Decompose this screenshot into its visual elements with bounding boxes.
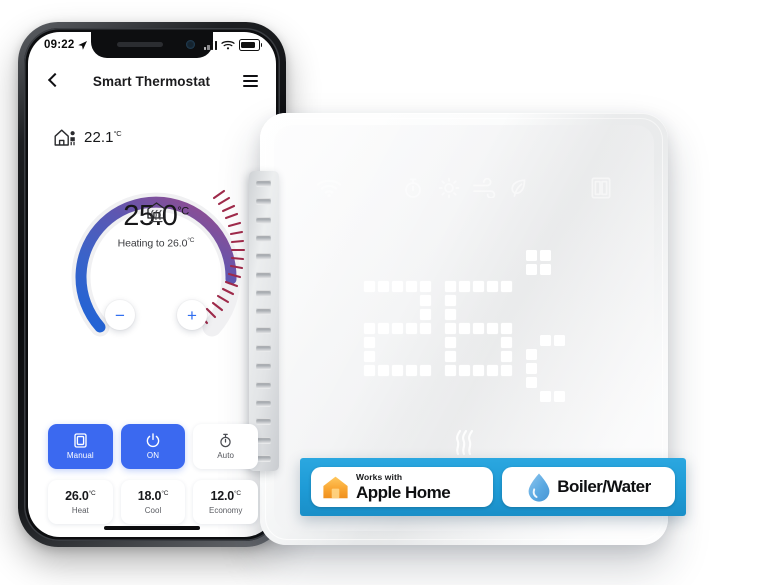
led-display xyxy=(274,243,654,413)
ambient-unit: °C xyxy=(113,129,122,138)
open-window-icon xyxy=(590,176,612,205)
mode-tile-auto-label: Auto xyxy=(217,451,235,460)
document-mode-icon xyxy=(74,433,87,448)
preset-cool-number: 18.0 xyxy=(137,489,162,503)
wind-icon xyxy=(472,177,498,203)
preset-heat-unit: °C xyxy=(88,489,96,497)
mode-tile-on[interactable]: ON xyxy=(120,424,186,469)
mode-tile-manual-label: Manual xyxy=(66,451,94,460)
product-scene: 09:22 Smart Thermostat 22.1°C 25.0°C Hea… xyxy=(0,0,776,585)
led-degree-symbol xyxy=(525,250,565,275)
heating-status-text: Heating to 26.0°C xyxy=(52,237,260,250)
water-drop-icon xyxy=(528,473,550,502)
preset-cool-unit: °C xyxy=(161,489,169,497)
smartphone: 09:22 Smart Thermostat 22.1°C 25.0°C Hea… xyxy=(18,22,286,547)
back-button[interactable] xyxy=(46,74,60,88)
home-occupancy-icon xyxy=(54,129,75,146)
apple-home-label: Apple Home xyxy=(356,482,451,502)
preset-economy-value: 12.0°C xyxy=(210,489,241,503)
preset-heat-number: 26.0 xyxy=(65,489,89,503)
status-bar: 09:22 xyxy=(28,32,276,58)
status-bar-left: 09:22 xyxy=(44,39,88,51)
mode-tiles: Manual ON Auto xyxy=(48,424,259,469)
leaf-eco-icon xyxy=(510,177,528,204)
increase-temperature-button[interactable]: + xyxy=(177,300,207,330)
decrease-label: − xyxy=(115,305,125,325)
heat-waves-icon xyxy=(456,429,474,456)
setpoint-stepper: − + xyxy=(52,300,260,330)
power-icon xyxy=(146,433,160,448)
compatibility-banner: Works with Apple Home Boiler/Water xyxy=(300,458,686,516)
heating-status-label: Heating to 26.0 xyxy=(117,237,188,250)
works-with-label: Works with xyxy=(356,472,403,483)
device-status-icon-row xyxy=(316,177,612,203)
preset-economy-number: 12.0 xyxy=(210,489,234,503)
status-time: 09:22 xyxy=(44,39,75,51)
mode-tile-auto[interactable]: Auto xyxy=(193,424,259,469)
apple-home-text: Works with Apple Home xyxy=(356,472,451,502)
ambient-value: 22.1 xyxy=(84,129,114,146)
preset-economy-label: Economy xyxy=(209,506,243,515)
preset-tiles: 26.0°C Heat 18.0°C Cool 12.0°C Economy xyxy=(48,480,259,524)
phone-inner-frame: 09:22 Smart Thermostat 22.1°C 25.0°C Hea… xyxy=(24,28,280,541)
timer-icon xyxy=(404,177,422,204)
setpoint-unit: °C xyxy=(177,205,189,218)
preset-tile-heat[interactable]: 26.0°C Heat xyxy=(48,480,113,524)
led-digit-2 xyxy=(363,280,431,376)
hamburger-menu-icon[interactable] xyxy=(242,75,258,87)
boiler-water-badge: Boiler/Water xyxy=(502,467,675,507)
preset-tile-cool[interactable]: 18.0°C Cool xyxy=(120,480,186,524)
dial-readout: 25.0°C Heating to 26.0°C xyxy=(52,202,260,250)
page-title: Smart Thermostat xyxy=(92,73,211,89)
location-arrow-icon xyxy=(78,40,88,50)
timer-icon xyxy=(219,433,232,448)
status-bar-right xyxy=(203,39,263,51)
decrease-temperature-button[interactable]: − xyxy=(105,300,135,330)
preset-tile-economy[interactable]: 12.0°C Economy xyxy=(193,480,259,524)
sun-icon xyxy=(438,177,460,204)
apple-home-badge: Works with Apple Home xyxy=(311,467,494,507)
wifi-icon xyxy=(221,40,235,50)
cellular-signal-icon xyxy=(203,40,217,50)
wifi-icon xyxy=(316,178,342,202)
radiator-heat-icon xyxy=(149,209,163,223)
boiler-water-label: Boiler/Water xyxy=(557,477,651,496)
preset-cool-value: 18.0°C xyxy=(137,489,169,503)
heating-status-unit: °C xyxy=(187,237,195,244)
apple-home-house-icon xyxy=(323,476,348,498)
preset-heat-label: Heat xyxy=(71,506,89,515)
led-celsius-letter xyxy=(525,335,565,402)
preset-heat-value: 26.0°C xyxy=(65,489,96,503)
led-digit-6 xyxy=(444,280,512,376)
app-header: Smart Thermostat xyxy=(28,66,276,96)
ambient-temperature-value: 22.1°C xyxy=(84,129,122,146)
phone-screen: 09:22 Smart Thermostat 22.1°C 25.0°C Hea… xyxy=(28,32,276,537)
thermostat-dial[interactable]: 25.0°C Heating to 26.0°C − + xyxy=(52,150,260,358)
mode-tile-manual[interactable]: Manual xyxy=(48,424,113,469)
led-unit xyxy=(525,250,565,406)
preset-economy-unit: °C xyxy=(233,489,241,497)
mode-tile-on-label: ON xyxy=(146,451,160,460)
ambient-temperature-row: 22.1°C xyxy=(54,128,122,147)
home-indicator-bar[interactable] xyxy=(104,526,200,530)
preset-cool-label: Cool xyxy=(144,506,162,515)
increase-label: + xyxy=(187,305,197,325)
battery-icon xyxy=(239,39,263,51)
